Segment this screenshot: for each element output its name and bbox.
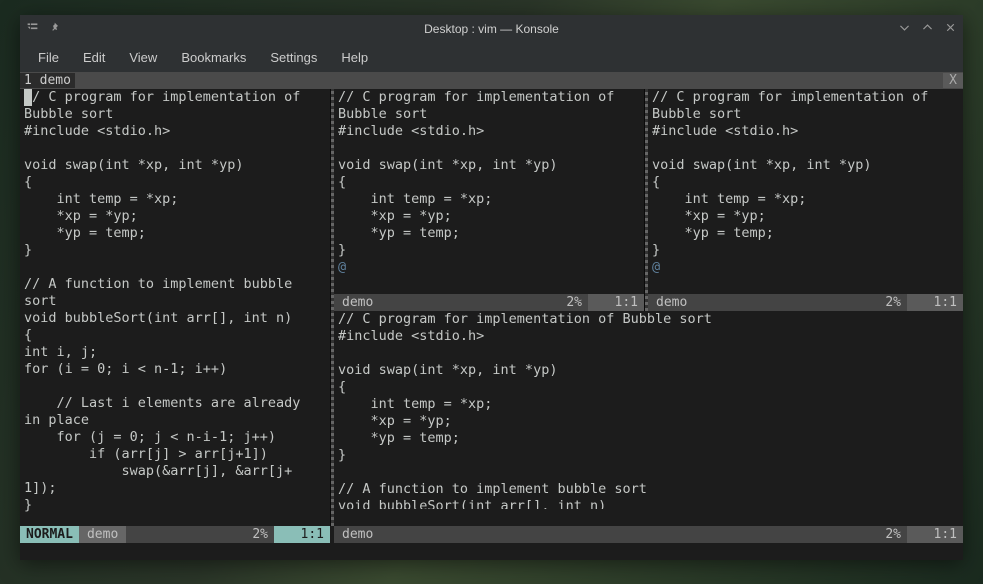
pane-bottom-right[interactable]: // C program for implementation of Bubbl… (334, 311, 963, 509)
status-filename: demo (334, 526, 381, 543)
status-percent: 2% (857, 526, 907, 543)
statusline-pane-middle: demo 2% 1:1 (334, 294, 644, 311)
status-percent: 2% (224, 526, 274, 543)
status-filename: demo (79, 526, 126, 543)
code-text: // C program for implementation of Bubbl… (24, 89, 300, 513)
status-position: 1:1 (274, 526, 330, 543)
tab-index: 1 (24, 73, 32, 88)
menu-settings[interactable]: Settings (258, 46, 329, 69)
menu-bookmarks[interactable]: Bookmarks (169, 46, 258, 69)
menu-help[interactable]: Help (329, 46, 380, 69)
tab-name: demo (40, 73, 71, 88)
status-mode: NORMAL (20, 526, 79, 543)
pane-top-middle[interactable]: // C program for implementation of Bubbl… (334, 89, 644, 294)
buffer-tabbar: 1 demo X (20, 72, 963, 89)
code-text: // C program for implementation of Bubbl… (338, 89, 614, 258)
status-percent: 2% (538, 294, 588, 311)
titlebar[interactable]: Desktop : vim — Konsole (20, 15, 963, 42)
code-text: // C program for implementation of Bubbl… (652, 89, 928, 258)
maximize-icon[interactable] (921, 21, 934, 37)
app-menu-icon[interactable] (26, 21, 39, 37)
status-position: 1:1 (588, 294, 644, 311)
editor-area: // C program for implementation of Bubbl… (20, 89, 963, 526)
fold-marker: @ (652, 259, 660, 275)
cursor (24, 89, 32, 106)
status-percent: 2% (857, 294, 907, 311)
terminal-window: Desktop : vim — Konsole File Edit View B… (20, 15, 963, 560)
command-line[interactable] (20, 543, 963, 560)
status-filename: demo (334, 294, 381, 311)
status-position: 1:1 (907, 294, 963, 311)
buffer-tab[interactable]: 1 demo (20, 73, 75, 88)
code-text: // C program for implementation of Bubbl… (338, 311, 712, 509)
menubar: File Edit View Bookmarks Settings Help (20, 42, 963, 72)
minimize-icon[interactable] (898, 21, 911, 37)
tab-close-button[interactable]: X (943, 73, 963, 88)
status-filename: demo (648, 294, 695, 311)
statusline-active: NORMAL demo 2% 1:1 (20, 526, 330, 543)
bottom-status-row: NORMAL demo 2% 1:1 demo 2% 1:1 (20, 526, 963, 543)
pane-top-right[interactable]: // C program for implementation of Bubbl… (648, 89, 963, 294)
menu-edit[interactable]: Edit (71, 46, 117, 69)
menu-view[interactable]: View (117, 46, 169, 69)
status-position: 1:1 (907, 526, 963, 543)
fold-marker: @ (338, 259, 346, 275)
statusline-pane-right: demo 2% 1:1 (648, 294, 963, 311)
pane-left[interactable]: // C program for implementation of Bubbl… (20, 89, 330, 526)
window-title: Desktop : vim — Konsole (126, 22, 857, 36)
close-icon[interactable] (944, 21, 957, 37)
pin-icon[interactable] (49, 21, 62, 37)
statusline-inactive: demo 2% 1:1 (334, 526, 963, 543)
menu-file[interactable]: File (26, 46, 71, 69)
